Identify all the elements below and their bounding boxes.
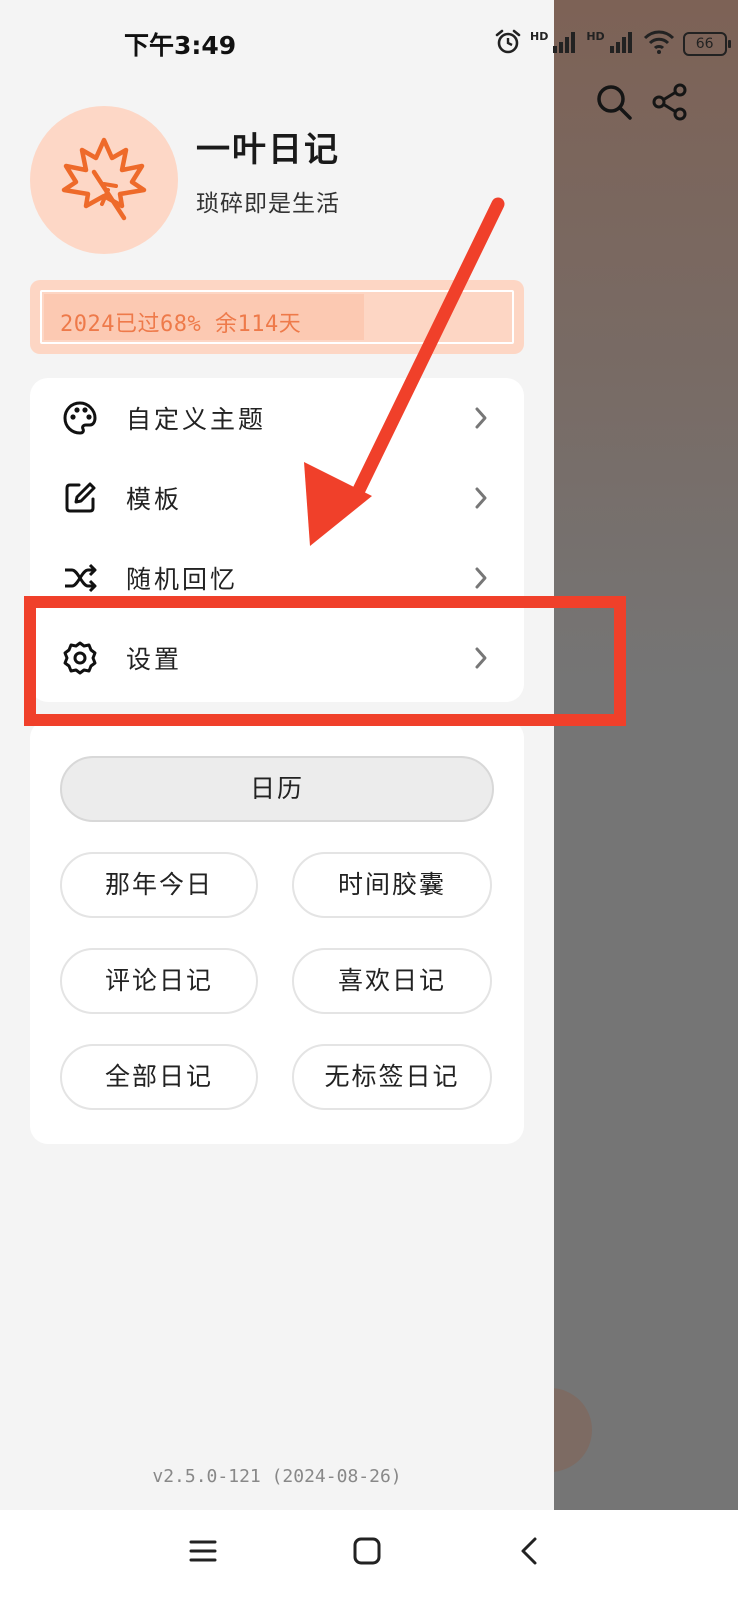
time-capsule-button[interactable]: 时间胶囊 — [292, 852, 492, 918]
shortcut-card: 日历 那年今日 时间胶囊 评论日记 喜欢日记 全部日记 无标签日记 — [30, 720, 524, 1144]
baidu-jingyan-watermark: Bai du 经验 jingyan.baidu.com — [560, 1523, 735, 1571]
home-icon[interactable] — [352, 1536, 382, 1570]
calendar-button[interactable]: 日历 — [60, 756, 494, 822]
all-diary-button[interactable]: 全部日记 — [60, 1044, 258, 1110]
on-this-day-button[interactable]: 那年今日 — [60, 852, 258, 918]
liked-diary-button[interactable]: 喜欢日记 — [292, 948, 492, 1014]
untagged-diary-button[interactable]: 无标签日记 — [292, 1044, 492, 1110]
annotation-highlight-box — [24, 596, 626, 726]
commented-diary-button[interactable]: 评论日记 — [60, 948, 258, 1014]
back-icon[interactable] — [518, 1536, 540, 1570]
menu-icon[interactable] — [188, 1536, 218, 1570]
annotation-arrow — [304, 197, 505, 546]
version-text: v2.5.0-121 (2024-08-26) — [152, 1466, 402, 1487]
